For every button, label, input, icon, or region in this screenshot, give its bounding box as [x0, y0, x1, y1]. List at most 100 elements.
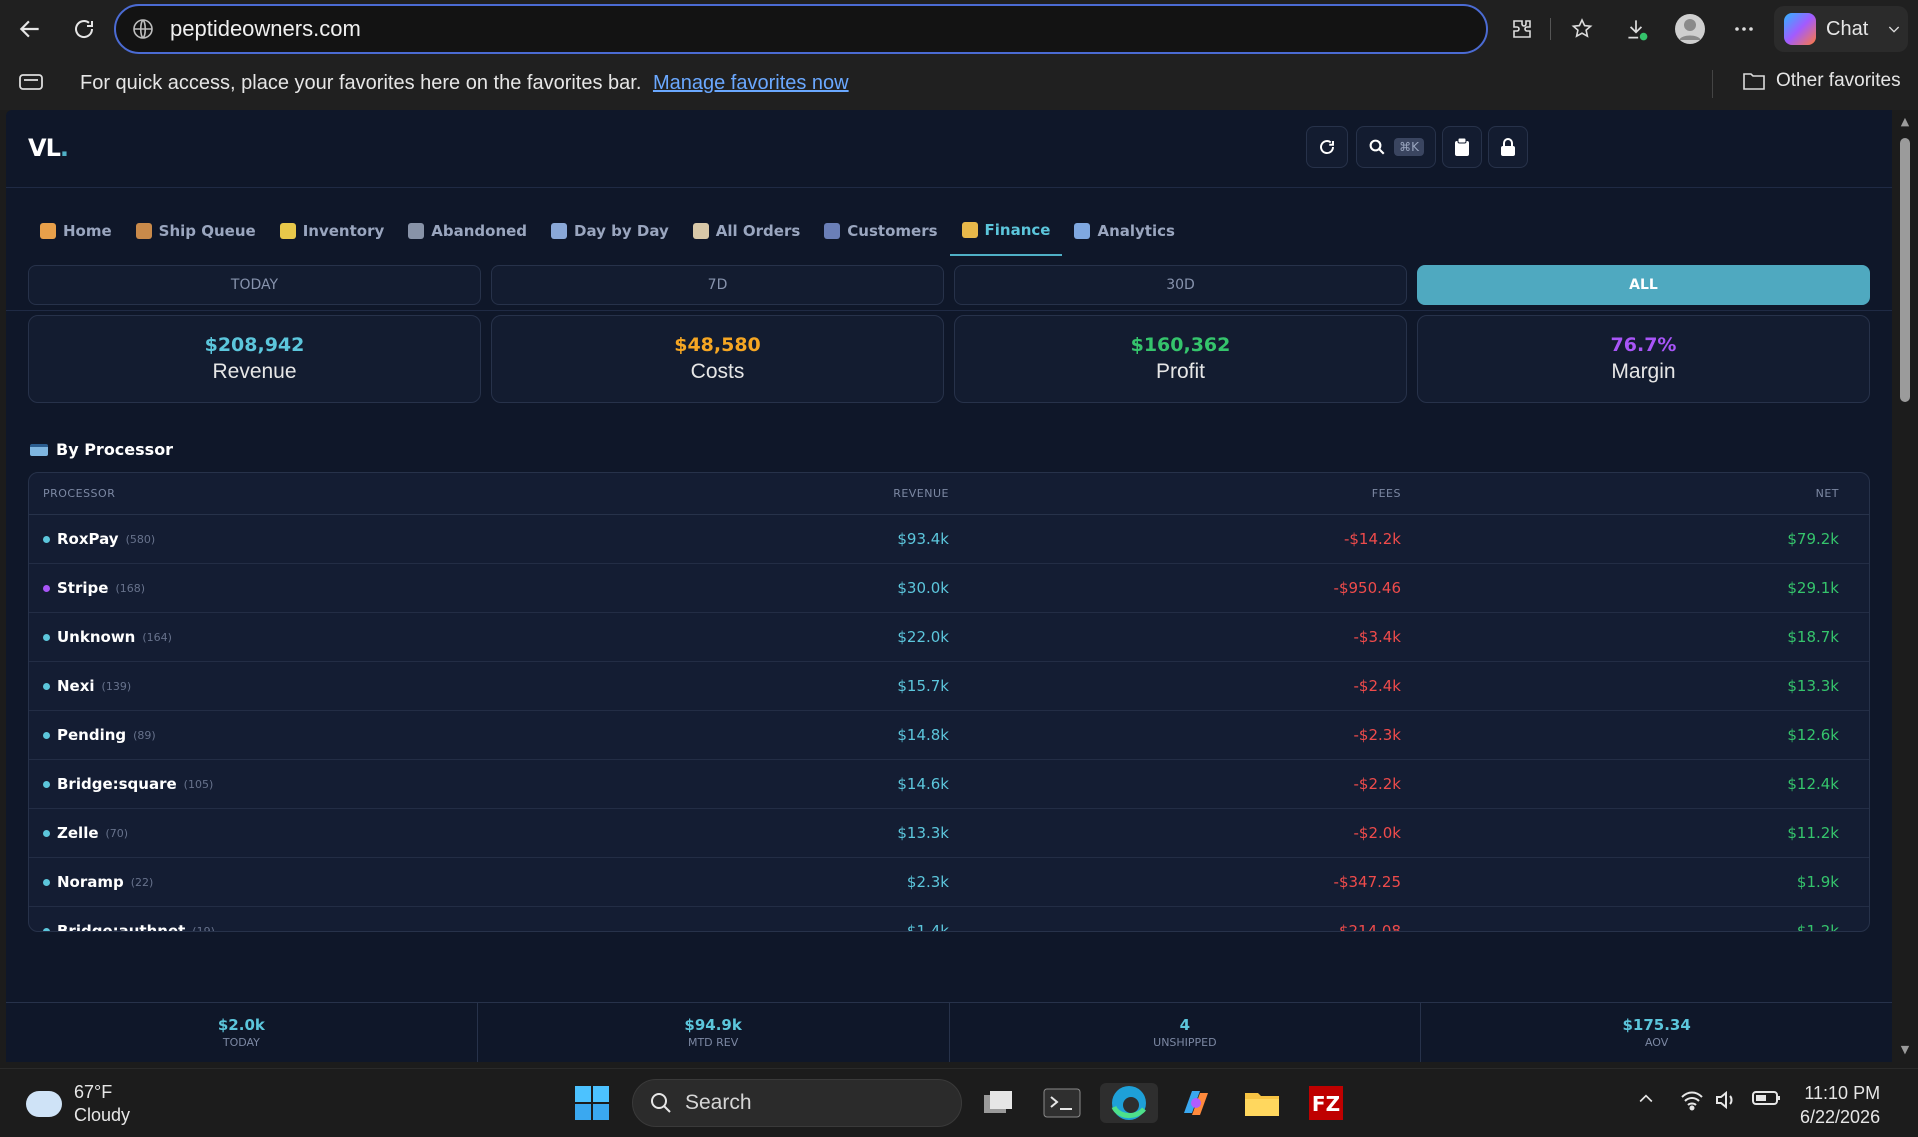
copilot-chat-button[interactable]: Chat — [1774, 6, 1908, 52]
app-logo[interactable]: VL. — [28, 134, 69, 162]
address-bar[interactable]: peptideowners.com — [114, 4, 1488, 54]
tab-inventory[interactable]: Inventory — [268, 206, 397, 256]
main-tabs: Home Ship Queue Inventory Abandoned Day by D… — [28, 206, 1187, 256]
taskbar-search[interactable]: Search — [632, 1079, 962, 1127]
tab-abandoned[interactable]: Abandoned — [396, 206, 539, 256]
system-clock[interactable]: 11:10 PM 6/22/2026 — [1800, 1081, 1880, 1129]
table-row[interactable]: Noramp (22) $2.3k -$347.25 $1.9k — [29, 858, 1869, 907]
table-row[interactable]: Zelle (70) $13.3k -$2.0k $11.2k — [29, 809, 1869, 858]
range-all-button[interactable]: ALL — [1417, 265, 1870, 305]
tab-all-orders[interactable]: All Orders — [681, 206, 813, 256]
clipboard-button[interactable] — [1442, 126, 1482, 168]
tray-expand-icon[interactable] — [1636, 1089, 1656, 1114]
kpi-summary: $208,942 Revenue $48,580 Costs $160,362 Profi… — [28, 315, 1870, 403]
tab-label: Day by Day — [574, 222, 669, 240]
cart-icon — [408, 223, 425, 239]
table-body: RoxPay (580) $93.4k -$14.2k $79.2k Stripe (168… — [29, 515, 1869, 932]
header-net[interactable]: NET — [1401, 487, 1853, 500]
table-row[interactable]: Unknown (164) $22.0k -$3.4k $18.7k — [29, 613, 1869, 662]
clipboard-icon — [1455, 138, 1469, 156]
filezilla-icon[interactable]: FZ — [1306, 1083, 1346, 1123]
footer-stat-aov: $175.34 AOV — [1421, 1003, 1892, 1062]
favorites-divider — [1712, 70, 1713, 98]
windows-start-icon[interactable] — [572, 1083, 612, 1123]
scroll-up-icon[interactable]: ▲ — [1899, 116, 1911, 128]
tab-day-by-day[interactable]: Day by Day — [539, 206, 681, 256]
header-revenue[interactable]: REVENUE — [729, 487, 949, 500]
footer-value: $2.0k — [217, 1016, 265, 1034]
net-cell: $1.9k — [1796, 873, 1839, 891]
scroll-down-icon[interactable]: ▼ — [1899, 1044, 1911, 1056]
more-menu-icon[interactable] — [1724, 9, 1764, 49]
table-row[interactable]: Bridge:square (105) $14.6k -$2.2k $12.4k — [29, 760, 1869, 809]
weather-widget[interactable]: 67°F Cloudy — [26, 1081, 130, 1127]
kpi-label: Revenue — [212, 360, 297, 383]
revenue-cell: $2.3k — [906, 873, 949, 891]
page-scrollbar[interactable]: ▲ ▼ — [1894, 110, 1916, 1062]
header-processor[interactable]: PROCESSOR — [29, 487, 729, 500]
downloads-icon[interactable] — [1616, 9, 1656, 49]
tab-label: Finance — [984, 221, 1051, 239]
footer-label: UNSHIPPED — [1153, 1036, 1217, 1049]
fees-cell: -$3.4k — [1353, 628, 1402, 646]
processor-cell: Nexi (139) — [29, 677, 729, 695]
cloud-icon — [26, 1091, 62, 1117]
extensions-icon[interactable] — [1502, 9, 1542, 49]
arrow-left-icon — [19, 20, 39, 38]
terminal-icon[interactable] — [1042, 1083, 1082, 1123]
processor-name: Pending — [57, 726, 127, 744]
footer-value: $94.9k — [684, 1016, 742, 1034]
favorites-star-icon[interactable] — [1562, 9, 1602, 49]
chevron-down-icon — [1889, 26, 1900, 33]
kpi-value: 76.7% — [1610, 334, 1677, 356]
refresh-button[interactable] — [1306, 126, 1348, 168]
search-button[interactable]: ⌘K — [1356, 126, 1436, 168]
copilot-icon — [1784, 13, 1816, 45]
processor-cell: Bridge:square (105) — [29, 775, 729, 793]
range-7d-button[interactable]: 7D — [491, 265, 944, 305]
status-dot — [43, 633, 50, 641]
table-row[interactable]: Stripe (168) $30.0k -$950.46 $29.1k — [29, 564, 1869, 613]
weather-condition: Cloudy — [74, 1105, 131, 1125]
footer-label: TODAY — [222, 1036, 260, 1049]
globe-icon — [128, 14, 158, 44]
range-today-button[interactable]: TODAY — [28, 265, 481, 305]
net-cell: $29.1k — [1787, 579, 1839, 597]
range-30d-button[interactable]: 30D — [954, 265, 1407, 305]
processor-name: Nexi — [57, 677, 95, 695]
edge-browser-icon[interactable] — [1100, 1083, 1158, 1123]
status-dot — [43, 927, 50, 931]
revenue-cell: $14.8k — [897, 726, 949, 744]
fees-cell: -$2.3k — [1353, 726, 1402, 744]
tab-customers[interactable]: Customers — [812, 206, 949, 256]
table-row[interactable]: RoxPay (580) $93.4k -$14.2k $79.2k — [29, 515, 1869, 564]
back-button[interactable] — [10, 9, 50, 49]
processor-name: Bridge:authnet — [57, 922, 186, 932]
tab-ship-queue[interactable]: Ship Queue — [124, 206, 268, 256]
tab-analytics[interactable]: Analytics — [1062, 206, 1186, 256]
wifi-icon[interactable] — [1680, 1089, 1704, 1116]
revenue-cell: $14.6k — [897, 775, 949, 793]
manage-favorites-link[interactable]: Manage favorites now — [653, 72, 849, 94]
tab-finance[interactable]: Finance — [949, 206, 1063, 256]
kpi-revenue: $208,942 Revenue — [28, 315, 481, 403]
fees-cell: -$2.2k — [1353, 775, 1402, 793]
header-fees[interactable]: FEES — [949, 487, 1401, 500]
lock-button[interactable] — [1488, 126, 1528, 168]
table-row[interactable]: Bridge:authnet (19) $1.4k -$214.08 $1.2k — [29, 907, 1869, 932]
battery-icon[interactable] — [1752, 1089, 1782, 1112]
status-dot — [43, 731, 50, 739]
profile-avatar-icon[interactable] — [1670, 9, 1710, 49]
task-view-icon[interactable] — [978, 1083, 1018, 1123]
file-explorer-icon[interactable] — [1242, 1083, 1282, 1123]
tab-home[interactable]: Home — [28, 206, 124, 256]
scroll-thumb[interactable] — [1900, 138, 1910, 402]
processor-name: Unknown — [57, 628, 136, 646]
copilot-app-icon[interactable] — [1176, 1083, 1216, 1123]
section-title: By Processor — [30, 440, 173, 459]
table-row[interactable]: Nexi (139) $15.7k -$2.4k $13.3k — [29, 662, 1869, 711]
table-row[interactable]: Pending (89) $14.8k -$2.3k $12.6k — [29, 711, 1869, 760]
volume-icon[interactable] — [1714, 1089, 1738, 1116]
other-favorites-button[interactable]: Other favorites — [1742, 70, 1901, 92]
reload-button[interactable] — [64, 9, 104, 49]
